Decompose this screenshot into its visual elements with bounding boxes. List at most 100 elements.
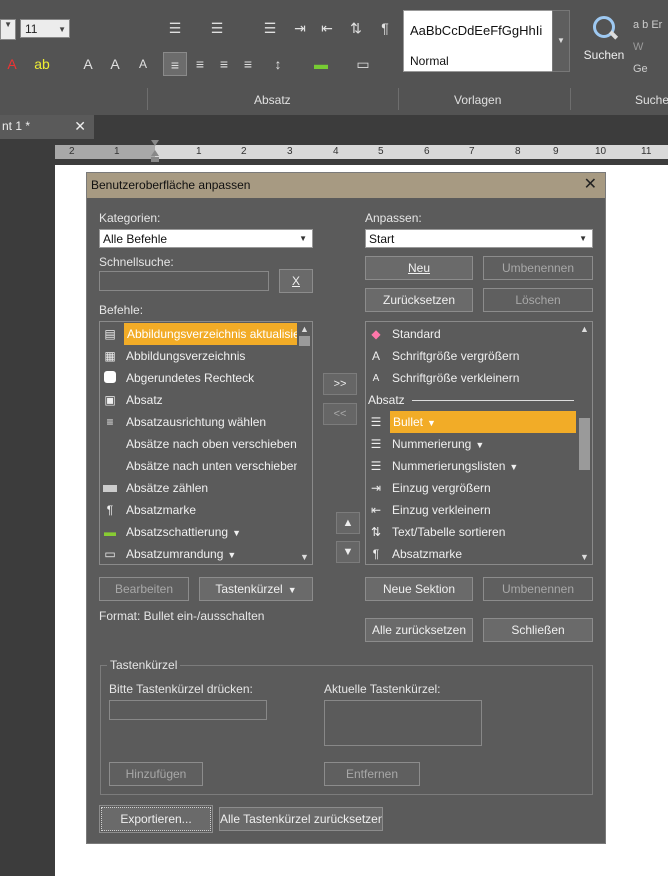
ribbon-items-listbox[interactable]: ◆ Standard A Schriftgröße vergrößern A Schr… bbox=[365, 321, 593, 565]
chevron-up-icon[interactable]: ▲ bbox=[577, 322, 592, 336]
indent-decrease-icon[interactable]: ⇤ bbox=[315, 16, 339, 40]
justify-icon[interactable]: ≡ bbox=[236, 52, 260, 76]
commands-listbox[interactable]: ▤ Abbildungsverzeichnis aktualisieren ▦ Ab… bbox=[99, 321, 313, 565]
close-icon[interactable]: ✕ bbox=[74, 115, 86, 137]
list-item-label: Text/Tabelle sortieren bbox=[392, 525, 506, 539]
word-link[interactable]: W bbox=[633, 36, 662, 58]
border-icon[interactable]: ▭ bbox=[351, 52, 375, 76]
list-item[interactable]: ☰ Bullet ▼ bbox=[368, 411, 578, 433]
indent-decrease-icon: ⇤ bbox=[370, 503, 382, 517]
list-item[interactable]: ▤ Abbildungsverzeichnis aktualisieren bbox=[102, 323, 298, 345]
add-command-button[interactable]: >> bbox=[323, 373, 357, 395]
close-icon[interactable]: ✕ bbox=[584, 173, 597, 197]
loeschen-button[interactable]: Löschen bbox=[483, 288, 593, 312]
format-description: Format: Bullet ein-/ausschalten bbox=[99, 609, 265, 623]
align-right-icon[interactable]: ≡ bbox=[212, 52, 236, 76]
exportieren-button[interactable]: Exportieren... bbox=[99, 805, 213, 833]
entfernen-button[interactable]: Entfernen bbox=[324, 762, 420, 786]
tastenkuerzel-button[interactable]: Tastenkürzel ▼ bbox=[199, 577, 313, 601]
horizontal-ruler[interactable]: 2 1 1 2 3 4 5 6 7 8 9 10 11 bbox=[55, 140, 668, 162]
schnellsuche-input[interactable] bbox=[99, 271, 269, 291]
clear-search-button[interactable]: X bbox=[279, 269, 313, 293]
alle-tastenkuerzel-zuruecksetzen-button[interactable]: Alle Tastenkürzel zurücksetzen bbox=[219, 807, 383, 831]
search-button[interactable]: Suchen bbox=[582, 14, 626, 62]
clear-format-icon[interactable]: A bbox=[76, 52, 100, 76]
anpassen-label: Anpassen: bbox=[365, 211, 422, 225]
chevron-down-icon: ▼ bbox=[579, 234, 587, 243]
font-size-combo[interactable]: 11 ▼ bbox=[20, 19, 70, 38]
indent-increase-icon[interactable]: ⇥ bbox=[288, 16, 312, 40]
exportieren-label: Exportieren... bbox=[120, 812, 192, 826]
caret-down-icon: ▼ bbox=[509, 462, 519, 472]
document-tab[interactable]: nt 1 * ✕ bbox=[0, 115, 94, 139]
neue-sektion-button[interactable]: Neue Sektion bbox=[365, 577, 473, 601]
font-grow-icon[interactable]: A bbox=[103, 52, 127, 76]
schliessen-button[interactable]: Schließen bbox=[483, 618, 593, 642]
shortcut-group-title: Tastenkürzel bbox=[107, 658, 181, 672]
numbered-list-icon[interactable]: ☰ bbox=[205, 16, 229, 40]
pilcrow-icon: ¶ bbox=[106, 503, 114, 517]
sort-icon: ⇅ bbox=[370, 525, 382, 539]
scroll-thumb[interactable] bbox=[299, 336, 310, 346]
multilevel-list-icon[interactable]: ☰ bbox=[258, 16, 282, 40]
separator-line bbox=[412, 400, 574, 401]
bearbeiten-button[interactable]: Bearbeiten bbox=[99, 577, 189, 601]
chevron-down-icon[interactable]: ▼ bbox=[297, 550, 312, 564]
schliessen-label: Schließen bbox=[511, 623, 565, 637]
kategorien-select[interactable]: Alle Befehle ▼ bbox=[99, 229, 313, 248]
anpassen-value: Start bbox=[369, 232, 395, 246]
list-item-label: Abbildungsverzeichnis bbox=[126, 349, 246, 363]
styles-gallery[interactable]: AaBbCcDdEeFfGgHhIi Normal bbox=[403, 10, 553, 72]
neu-label: Neu bbox=[407, 261, 430, 275]
chevron-down-icon: ▼ bbox=[58, 25, 66, 34]
hinzufuegen-label: Hinzufügen bbox=[125, 767, 187, 781]
align-icon: ≡ bbox=[106, 415, 114, 429]
umbenennen-sektion-button[interactable]: Umbenennen bbox=[483, 577, 593, 601]
zuruecksetzen-button[interactable]: Zurücksetzen bbox=[365, 288, 473, 312]
styles-more-button[interactable]: ▼ bbox=[552, 10, 570, 72]
ruler-tick: 6 bbox=[424, 146, 430, 157]
align-left-icon[interactable]: ≡ bbox=[163, 52, 187, 76]
hinzufuegen-button[interactable]: Hinzufügen bbox=[109, 762, 203, 786]
chevron-up-icon[interactable]: ▲ bbox=[297, 322, 312, 336]
goto-link[interactable]: Ge bbox=[633, 58, 662, 80]
highlight-icon[interactable]: ab bbox=[30, 52, 54, 76]
commands-scrollbar[interactable]: ▲ ▼ bbox=[297, 322, 312, 564]
list-item-label: Nummerierungslisten bbox=[392, 459, 506, 473]
shortcut-groupbox: Tastenkürzel Bitte Tastenkürzel drücken:… bbox=[100, 658, 593, 795]
anpassen-select[interactable]: Start ▼ bbox=[365, 229, 593, 248]
move-down-button[interactable]: ▼ bbox=[336, 541, 360, 563]
scroll-thumb[interactable] bbox=[579, 418, 590, 470]
replace-link[interactable]: a b Er bbox=[633, 14, 662, 36]
ribbon-items-scrollbar[interactable]: ▲ ▼ bbox=[577, 322, 592, 564]
neu-button[interactable]: Neu bbox=[365, 256, 473, 280]
font-shrink-icon[interactable]: A bbox=[131, 52, 155, 76]
bullet-list-icon[interactable]: ☰ bbox=[163, 16, 187, 40]
font-size-value: 11 bbox=[25, 22, 38, 36]
chevron-down-icon[interactable]: ▼ bbox=[577, 550, 592, 564]
move-up-button[interactable]: ▲ bbox=[336, 512, 360, 534]
shortcut-input[interactable] bbox=[109, 700, 267, 720]
indent-marker-icon[interactable] bbox=[150, 140, 160, 162]
list-item-label: Absatzmarke bbox=[126, 503, 197, 517]
caret-down-icon: ▼ bbox=[232, 528, 241, 538]
loeschen-label: Löschen bbox=[515, 293, 561, 307]
search-side-links: a b Er W Ge bbox=[633, 14, 662, 80]
shading-icon[interactable]: ▬ bbox=[309, 52, 333, 76]
align-center-icon[interactable]: ≡ bbox=[188, 52, 212, 76]
font-shrink-icon: A bbox=[372, 373, 380, 384]
current-shortcuts-list[interactable] bbox=[324, 700, 482, 746]
chevron-down-icon: ▼ bbox=[4, 20, 12, 29]
list-item-label: Bullet bbox=[393, 415, 424, 429]
umbenennen-button[interactable]: Umbenennen bbox=[483, 256, 593, 280]
font-name-combo[interactable]: ▼ bbox=[0, 19, 16, 40]
font-color-icon[interactable]: A bbox=[0, 52, 24, 76]
line-spacing-icon[interactable]: ↕ bbox=[266, 52, 290, 76]
kategorien-label: Kategorien: bbox=[99, 211, 161, 225]
alle-zuruecksetzen-button[interactable]: Alle zurücksetzen bbox=[365, 618, 473, 642]
remove-command-button[interactable]: << bbox=[323, 403, 357, 425]
pilcrow-icon[interactable]: ¶ bbox=[373, 16, 397, 40]
group-separator bbox=[147, 88, 148, 110]
befehle-label: Befehle: bbox=[99, 303, 144, 317]
sort-icon[interactable]: ⇅ bbox=[344, 16, 368, 40]
